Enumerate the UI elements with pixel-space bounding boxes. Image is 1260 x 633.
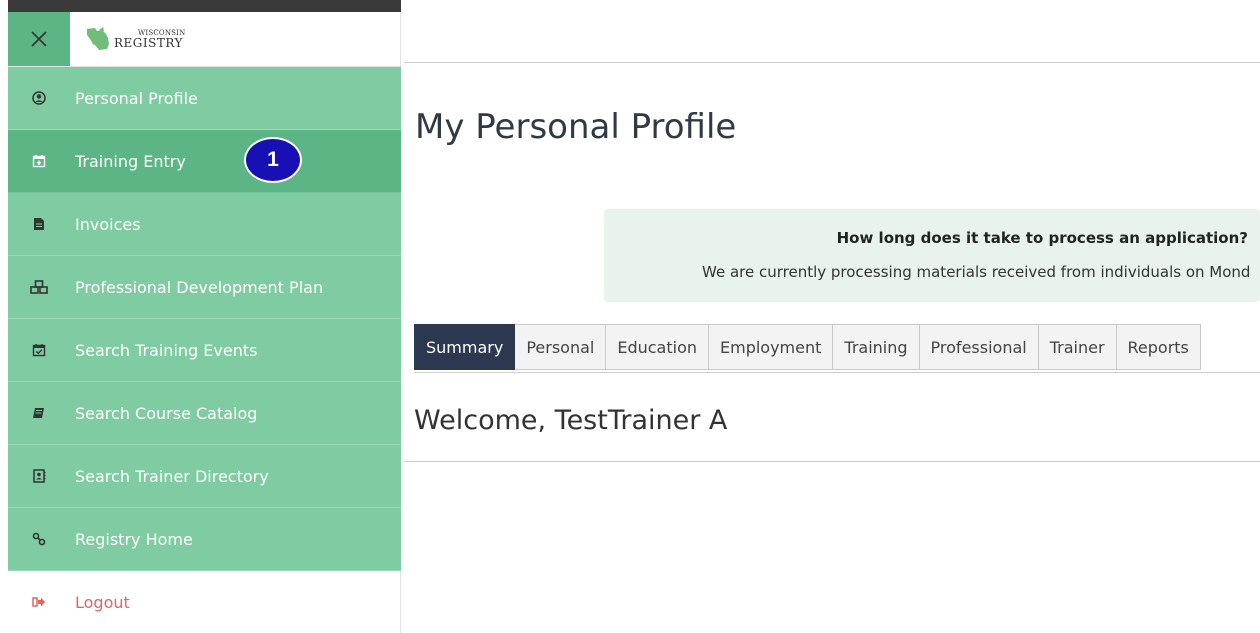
registry-logo[interactable]: WISCONSIN REGISTRY (70, 12, 185, 66)
tab-personal[interactable]: Personal (515, 324, 607, 370)
sidebar-item-label: Search Training Events (75, 340, 258, 360)
cubes-icon (8, 280, 70, 294)
tab-reports[interactable]: Reports (1116, 324, 1201, 370)
calendar-check-icon (8, 343, 70, 357)
tab-training[interactable]: Training (833, 324, 920, 370)
sidebar-item-invoices[interactable]: Invoices (8, 193, 401, 256)
sidebar-item-search-training-events[interactable]: Search Training Events (8, 319, 401, 382)
main-content: My Personal Profile How long does it tak… (404, 62, 1260, 462)
sidebar-item-label: Personal Profile (75, 88, 198, 108)
sidebar-item-search-trainer-directory[interactable]: Search Trainer Directory (8, 445, 401, 508)
book-icon (8, 406, 70, 420)
sidebar-item-label: Search Course Catalog (75, 403, 258, 423)
link-icon (8, 532, 70, 546)
logo-title-text: REGISTRY (114, 35, 183, 50)
sidebar-item-training-entry[interactable]: Training Entry 1 (8, 130, 401, 193)
sidebar-item-logout[interactable]: Logout (8, 571, 401, 633)
sidebar-nav: Personal Profile Training Entry 1 Invoic… (8, 67, 401, 633)
sidebar: WISCONSIN REGISTRY Personal Profile Trai… (8, 0, 401, 633)
processing-notice: How long does it take to process an appl… (604, 209, 1260, 302)
sidebar-item-professional-development-plan[interactable]: Professional Development Plan (8, 256, 401, 319)
user-circle-icon (8, 91, 70, 105)
sidebar-item-label: Training Entry (75, 151, 186, 171)
top-bar (8, 0, 401, 12)
tab-employment[interactable]: Employment (709, 324, 834, 370)
sidebar-item-registry-home[interactable]: Registry Home (8, 508, 401, 571)
notice-heading: How long does it take to process an appl… (836, 229, 1248, 247)
address-book-icon (8, 469, 70, 483)
sidebar-item-label: Registry Home (75, 529, 193, 549)
tab-professional[interactable]: Professional (919, 324, 1039, 370)
page-title: My Personal Profile (415, 107, 737, 147)
calendar-plus-icon (8, 154, 70, 168)
sign-out-icon (8, 596, 70, 608)
sidebar-header: WISCONSIN REGISTRY (8, 12, 401, 67)
tab-education[interactable]: Education (606, 324, 709, 370)
tab-summary[interactable]: Summary (414, 324, 516, 370)
sidebar-item-label: Invoices (75, 214, 141, 234)
wisconsin-map-icon (87, 27, 109, 50)
sidebar-item-personal-profile[interactable]: Personal Profile (8, 67, 401, 130)
sidebar-item-label: Logout (75, 592, 130, 612)
welcome-message: Welcome, TestTrainer A (414, 405, 728, 436)
step-callout-badge: 1 (244, 137, 302, 183)
tab-trainer[interactable]: Trainer (1038, 324, 1117, 370)
sidebar-item-label: Professional Development Plan (75, 277, 324, 297)
sidebar-item-label: Search Trainer Directory (75, 466, 269, 486)
notice-body: We are currently processing materials re… (702, 263, 1251, 281)
close-menu-button[interactable] (8, 12, 70, 66)
profile-tabs: Summary Personal Education Employment Tr… (414, 324, 1260, 373)
close-icon (31, 31, 47, 47)
sidebar-item-search-course-catalog[interactable]: Search Course Catalog (8, 382, 401, 445)
file-icon (8, 217, 70, 231)
